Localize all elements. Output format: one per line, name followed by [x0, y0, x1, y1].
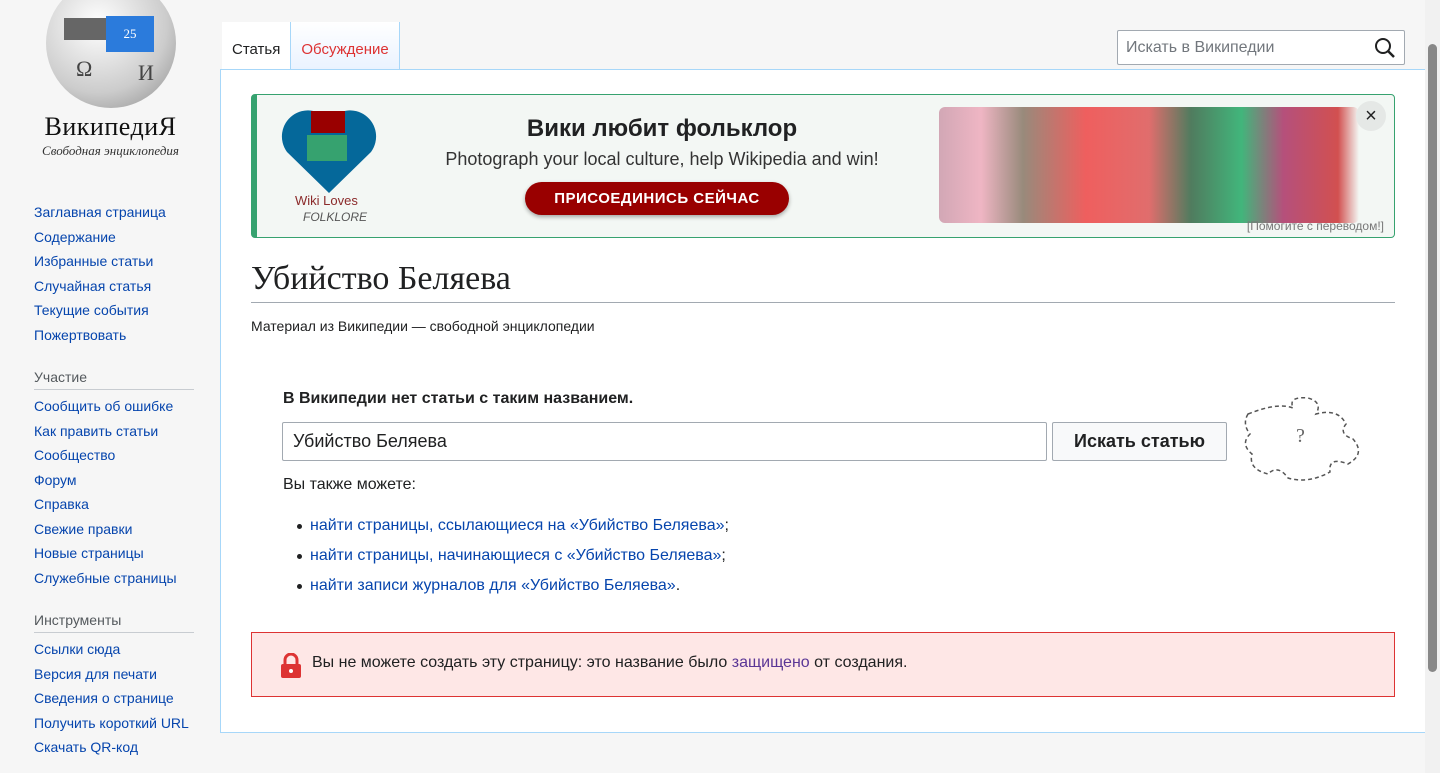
nav-link[interactable]: Справка — [34, 492, 194, 517]
nav-link[interactable]: Заглавная страница — [34, 200, 194, 225]
nav-heading: Участие — [34, 368, 194, 390]
svg-text:?: ? — [1296, 425, 1305, 447]
nav-link[interactable]: Сообщить об ошибке — [34, 394, 194, 419]
nav-link[interactable]: Скачать QR-код — [34, 735, 194, 760]
protection-error-box: Вы не можете создать эту страницу: это н… — [251, 632, 1395, 697]
nav-link[interactable]: Избранные статьи — [34, 249, 194, 274]
nav-link[interactable]: Версия для печати — [34, 662, 194, 687]
nav-link[interactable]: Свежие правки — [34, 517, 194, 542]
close-icon[interactable]: × — [1356, 101, 1386, 131]
nav-link[interactable]: Сведения о странице — [34, 686, 194, 711]
protected-link[interactable]: защищено — [732, 654, 810, 671]
campaign-banner: Wiki Loves FOLKLORE Вики любит фольклор … — [251, 94, 1395, 238]
page-title: Убийство Беляева — [251, 260, 1395, 303]
scrollbar[interactable] — [1425, 0, 1440, 773]
search-article-button[interactable]: Искать статью — [1052, 422, 1227, 461]
wiki-loves-folklore-logo — [281, 110, 377, 193]
nav-main: Заглавная страница Содержание Избранные … — [34, 200, 194, 347]
nav-link[interactable]: Содержание — [34, 225, 194, 250]
site-tagline: Материал из Википедии — свободной энцикл… — [251, 318, 595, 334]
list-item: найти страницы, начинающиеся с «Убийство… — [297, 541, 729, 571]
also-label: Вы также можете: — [283, 476, 416, 493]
nav-link[interactable]: Служебные страницы — [34, 566, 194, 591]
article-search-input[interactable]: Убийство Беляева — [282, 422, 1047, 461]
tab-talk[interactable]: Обсуждение — [290, 22, 400, 69]
lock-icon — [281, 653, 301, 678]
tab-article[interactable]: Статья — [222, 22, 291, 69]
nav-link[interactable]: Как править статьи — [34, 419, 194, 444]
nav-link[interactable]: Получить короткий URL — [34, 711, 194, 735]
nav-link[interactable]: Случайная статья — [34, 274, 194, 299]
nav-link[interactable]: Форум — [34, 468, 194, 493]
wikipedia-logo[interactable]: 25 Ω И ВикипедиЯ Свободная энциклопедия — [28, 0, 193, 165]
globe-icon: 25 Ω И — [46, 0, 176, 108]
banner-title: Вики любит фольклор — [526, 115, 798, 142]
nav-link[interactable]: Ссылки сюда — [34, 637, 194, 662]
nav-link[interactable]: Новые страницы — [34, 541, 194, 566]
list-item: найти страницы, ссылающиеся на «Убийство… — [297, 511, 729, 541]
banner-subtitle: Photograph your local culture, help Wiki… — [445, 149, 879, 169]
nav-heading: Инструменты — [34, 611, 194, 633]
page-tabs: Статья Обсуждение — [222, 22, 400, 69]
nav-participation: Участие Сообщить об ошибке Как править с… — [34, 368, 194, 590]
suggestion-list: найти страницы, ссылающиеся на «Убийство… — [297, 511, 729, 601]
nav-link[interactable]: Пожертвовать — [34, 323, 194, 348]
join-now-button[interactable]: ПРИСОЕДИНИСЬ СЕЙЧАС — [525, 182, 789, 215]
wordmark: ВикипедиЯ — [44, 112, 177, 141]
scrollbar-thumb[interactable] — [1428, 44, 1437, 672]
nav-link[interactable]: Сообщество — [34, 443, 194, 468]
folklore-photos — [939, 107, 1359, 223]
nav-link[interactable]: Текущие события — [34, 298, 194, 323]
logo-tagline: Свободная энциклопедия — [42, 143, 179, 158]
sidebar: 25 Ω И ВикипедиЯ Свободная энциклопедия … — [0, 0, 220, 773]
search-icon[interactable] — [1374, 37, 1396, 59]
search-input[interactable]: Искать в Википедии — [1117, 30, 1405, 65]
missing-puzzle-icon: ? — [1244, 396, 1360, 481]
list-item: найти записи журналов для «Убийство Беля… — [297, 571, 729, 601]
no-article-notice: В Википедии нет статьи с таким названием… — [283, 390, 634, 407]
help-translate-link[interactable]: [Помогите с переводом!] — [1247, 219, 1384, 233]
nav-tools: Инструменты Ссылки сюда Версия для печат… — [34, 611, 194, 759]
